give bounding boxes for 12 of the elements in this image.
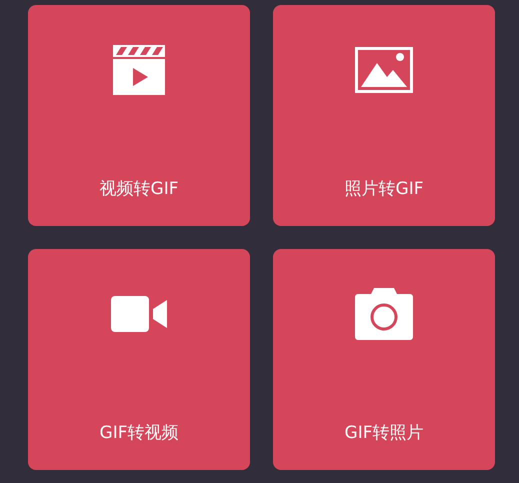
tool-card[interactable]: 视频转GIF: [28, 5, 250, 226]
clapperboard-icon: [111, 43, 167, 97]
camera-icon: [355, 288, 413, 340]
card-label: 照片转GIF: [344, 178, 424, 200]
card-label: GIF转照片: [344, 422, 424, 444]
card-label: 视频转GIF: [100, 178, 178, 200]
tool-card[interactable]: 照片转GIF: [273, 5, 495, 226]
image-icon: [355, 47, 413, 93]
tool-card[interactable]: GIF转视频: [28, 249, 250, 470]
card-label: GIF转视频: [100, 422, 178, 444]
tool-card[interactable]: GIF转照片: [273, 249, 495, 470]
video-camera-icon: [111, 296, 167, 332]
